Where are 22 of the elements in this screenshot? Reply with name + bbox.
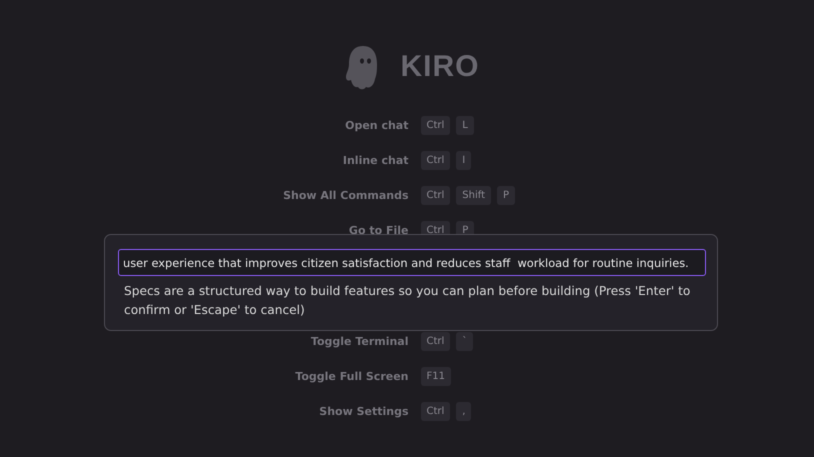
key-cap: Ctrl	[420, 116, 450, 135]
hint-text: Specs are a structured way to build features so you can plan before building (Press 'Enter' to confirm or 'Escape' to cancel)	[124, 283, 692, 319]
key-cap: L	[456, 116, 474, 135]
key-cap: ,	[456, 402, 472, 421]
key-cap: Ctrl	[420, 402, 450, 421]
key-cap: Ctrl	[420, 186, 450, 205]
key-cap: I	[456, 151, 472, 170]
key-cap: Shift	[456, 186, 492, 205]
key-cap: P	[497, 186, 516, 205]
key-cap: Ctrl	[420, 332, 450, 351]
input-field[interactable]: user experience that improves citizen satisfaction and reduces staff workload for routine inquiries.	[118, 249, 706, 276]
shortcut-label: Go to File	[348, 224, 408, 237]
key-cap: `	[456, 332, 474, 351]
shortcut-label: Open chat	[344, 119, 408, 132]
key-cap: Ctrl	[420, 151, 450, 170]
key-cap: F11	[420, 367, 451, 386]
shortcut-label: Inline chat	[342, 154, 408, 167]
logo-wordmark: KIRO	[400, 50, 480, 84]
shortcut-label: Show All Commands	[282, 189, 408, 202]
shortcut-label: Show Settings	[318, 405, 408, 418]
shortcut-label: Toggle Full Screen	[294, 370, 408, 383]
shortcut-label: Toggle Terminal	[310, 335, 408, 348]
